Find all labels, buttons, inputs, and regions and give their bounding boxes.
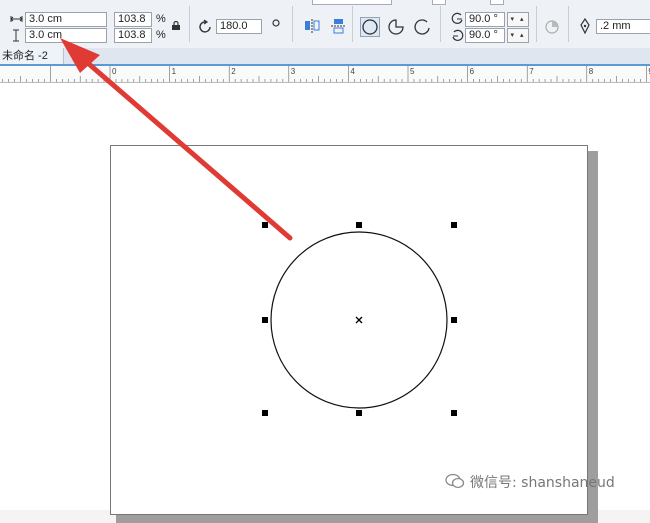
selection-handle[interactable] [451, 317, 457, 323]
selection-handle[interactable] [451, 410, 457, 416]
center-marker-icon [355, 316, 363, 324]
annotation-arrow [60, 38, 293, 241]
selection-handle[interactable] [451, 222, 457, 228]
selection-handle[interactable] [356, 222, 362, 228]
selection-handle[interactable] [356, 410, 362, 416]
selection-handle[interactable] [262, 410, 268, 416]
wechat-icon [445, 473, 465, 489]
watermark-text: 微信号: shanshaneud [470, 475, 615, 491]
selection-handle[interactable] [262, 317, 268, 323]
selection-handle[interactable] [262, 222, 268, 228]
canvas-overlay [60, 38, 457, 416]
